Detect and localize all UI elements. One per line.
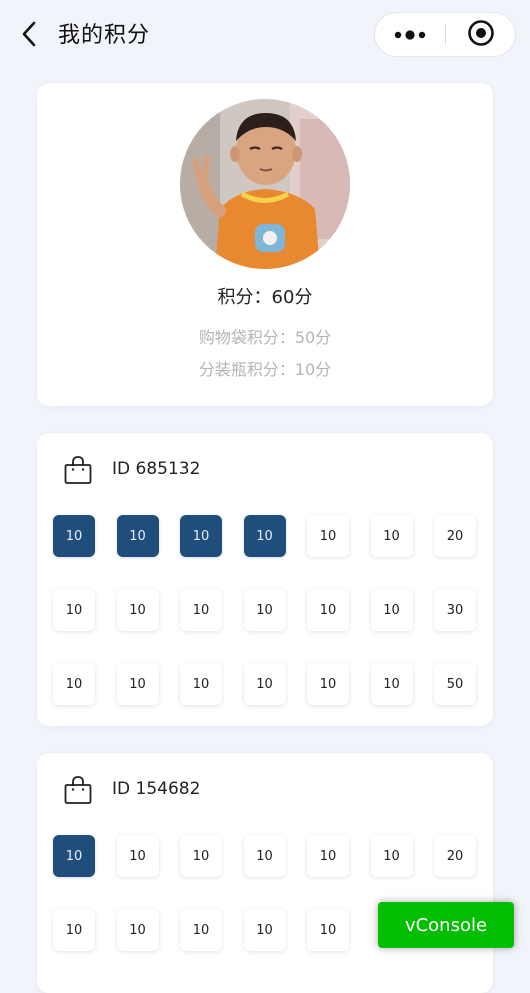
points-cell[interactable]: 10	[243, 589, 286, 631]
vconsole-button[interactable]: vConsole	[378, 902, 514, 948]
points-cell[interactable]: 10	[53, 909, 95, 951]
points-cell-collected[interactable]: 10	[53, 515, 95, 557]
shopping-bag-icon	[63, 455, 93, 485]
points-cell[interactable]: 10	[370, 589, 413, 631]
points-cell[interactable]: 10	[307, 663, 349, 705]
total-points: 积分：60分	[217, 287, 313, 308]
more-options-button[interactable]	[375, 13, 445, 56]
bag-points: 购物袋积分：50分	[198, 328, 332, 347]
points-cell[interactable]: 10	[53, 589, 95, 631]
points-cell[interactable]: 20	[434, 835, 476, 877]
points-cell[interactable]: 10	[116, 589, 159, 631]
bag-card: ID 685132 10 10 10 10 10 10 20 10 10 10 10 10 10 30 10…	[37, 433, 493, 726]
points-cell[interactable]: 10	[180, 909, 222, 951]
back-button[interactable]	[14, 20, 44, 52]
chevron-left-icon	[20, 20, 38, 52]
points-cell[interactable]: 10	[243, 909, 286, 951]
bag-card-header: ID 685132	[37, 433, 493, 509]
more-dots-icon	[393, 25, 427, 44]
bottle-points: 分装瓶积分：10分	[198, 360, 332, 379]
points-cell[interactable]: 10	[180, 835, 222, 877]
points-cell[interactable]: 10	[53, 663, 95, 705]
points-cell[interactable]: 10	[243, 835, 286, 877]
points-cell[interactable]: 10	[307, 909, 349, 951]
target-close-icon	[467, 19, 495, 51]
bag-id-label: ID 154682	[112, 779, 201, 799]
points-cell[interactable]: 10	[307, 589, 349, 631]
points-cell[interactable]: 10	[370, 835, 413, 877]
close-miniprogram-button[interactable]	[446, 13, 516, 56]
points-cell[interactable]: 20	[434, 515, 476, 557]
bag-id-label: ID 685132	[112, 459, 201, 479]
points-cell-collected[interactable]: 10	[180, 515, 222, 557]
points-cell-collected[interactable]: 10	[243, 515, 286, 557]
points-summary-card: 积分：60分 购物袋积分：50分 分装瓶积分：10分	[37, 83, 493, 406]
points-cell-collected[interactable]: 10	[53, 835, 95, 877]
points-cell[interactable]: 50	[434, 663, 476, 705]
points-cell[interactable]: 10	[307, 515, 349, 557]
points-cell-collected[interactable]: 10	[116, 515, 159, 557]
shopping-bag-icon	[63, 775, 93, 805]
avatar	[180, 99, 350, 269]
points-cell[interactable]: 10	[307, 835, 349, 877]
points-cell[interactable]: 10	[180, 589, 222, 631]
points-cell[interactable]: 10	[116, 663, 159, 705]
points-cell[interactable]: 10	[370, 515, 413, 557]
points-cell[interactable]: 10	[116, 909, 159, 951]
points-cell[interactable]: 10	[370, 663, 413, 705]
bag-card: ID 154682 10 10 10 10 10 10 20 10 10 10 10 10	[37, 753, 493, 993]
page-title: 我的积分	[58, 23, 151, 48]
points-cell[interactable]: 30	[434, 589, 476, 631]
points-cell[interactable]: 10	[180, 663, 222, 705]
points-cell[interactable]: 10	[243, 663, 286, 705]
navigation-bar: 我的积分	[0, 0, 530, 72]
mini-program-capsule	[374, 12, 516, 57]
points-cell[interactable]: 10	[116, 835, 159, 877]
bag-card-header: ID 154682	[37, 753, 493, 829]
